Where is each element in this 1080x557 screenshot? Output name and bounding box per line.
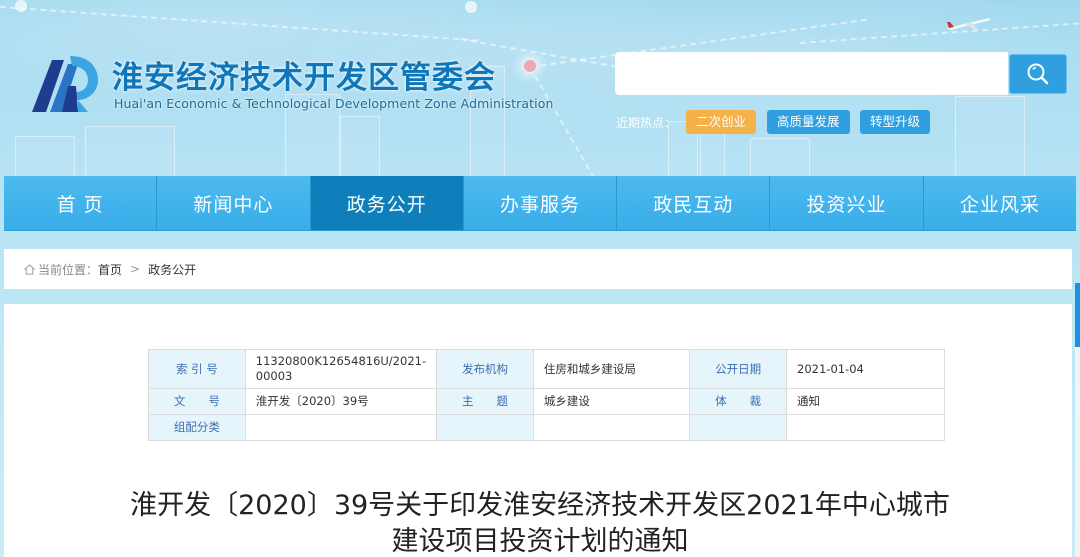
airplane-icon bbox=[947, 18, 991, 30]
meta-value-topic: 城乡建设 bbox=[532, 388, 691, 415]
meta-value-date: 2021-01-04 bbox=[786, 349, 945, 389]
meta-label-category: 组配分类 bbox=[148, 414, 246, 441]
nav-item-home[interactable]: 首 页 bbox=[4, 176, 158, 230]
table-row: 组配分类 bbox=[148, 414, 945, 441]
skyline-building bbox=[750, 138, 810, 176]
meta-value-empty bbox=[786, 414, 945, 441]
hda-logo bbox=[32, 56, 98, 112]
decorative-line bbox=[0, 6, 479, 42]
site-subtitle: Huai'an Economic & Technological Develop… bbox=[114, 96, 554, 111]
meta-label-topic: 主 题 bbox=[436, 388, 534, 415]
scrollbar-track[interactable] bbox=[1075, 347, 1080, 557]
table-row: 文 号 淮开发〔2020〕39号 主 题 城乡建设 体 裁 通知 bbox=[148, 388, 945, 415]
nav-item-investment[interactable]: 投资兴业 bbox=[770, 176, 924, 230]
home-icon bbox=[24, 263, 35, 275]
main-nav: 首 页 新闻中心 政务公开 办事服务 政民互动 投资兴业 企业风采 bbox=[4, 176, 1076, 230]
search-icon bbox=[1027, 63, 1049, 85]
search-input[interactable] bbox=[615, 52, 1008, 95]
document-title-line-1: 淮开发〔2020〕39号关于印发淮安经济技术开发区2021年中心城市 bbox=[130, 490, 950, 521]
meta-label-empty bbox=[436, 414, 534, 441]
meta-value-empty bbox=[532, 414, 691, 441]
nav-item-gov-affairs[interactable]: 政务公开 bbox=[310, 176, 464, 230]
skyline-building bbox=[85, 126, 175, 176]
decorative-dot bbox=[15, 0, 27, 12]
meta-label-doc-number: 文 号 bbox=[148, 388, 246, 415]
search-button[interactable] bbox=[1009, 54, 1067, 94]
meta-label-empty bbox=[689, 414, 788, 441]
skyline-pagoda bbox=[955, 96, 1025, 176]
site-title: 淮安经济技术开发区管委会 bbox=[112, 60, 496, 96]
skyline-building bbox=[15, 136, 75, 176]
meta-value-publisher: 住房和城乡建设局 bbox=[532, 349, 691, 389]
decorative-dot bbox=[524, 60, 536, 72]
scrollbar-thumb[interactable] bbox=[1075, 283, 1080, 347]
hot-tag-0[interactable]: 二次创业 bbox=[686, 110, 757, 134]
nav-item-services[interactable]: 办事服务 bbox=[463, 176, 618, 230]
hot-topics-label: 近期热点： bbox=[616, 116, 677, 130]
breadcrumb-home-link[interactable]: 首页 bbox=[98, 261, 122, 278]
breadcrumb-prefix: 当前位置： bbox=[38, 262, 99, 277]
meta-value-category bbox=[244, 414, 438, 441]
meta-label-date: 公开日期 bbox=[689, 349, 788, 389]
document-title: 淮开发〔2020〕39号关于印发淮安经济技术开发区2021年中心城市 建设项目投… bbox=[100, 488, 980, 557]
meta-label-genre: 体 裁 bbox=[689, 388, 788, 415]
nav-item-interaction[interactable]: 政民互动 bbox=[617, 176, 771, 230]
breadcrumb: 当前位置： 首页 > 政务公开 bbox=[4, 249, 1072, 289]
decorative-dot bbox=[465, 1, 477, 13]
nav-item-news[interactable]: 新闻中心 bbox=[157, 176, 311, 230]
decorative-line bbox=[799, 21, 1080, 44]
meta-value-doc-number: 淮开发〔2020〕39号 bbox=[244, 388, 438, 415]
table-row: 索 引 号 11320800K12654816U/2021-00003 发布机构… bbox=[148, 349, 945, 389]
meta-label-index: 索 引 号 bbox=[148, 349, 246, 389]
skyline-building bbox=[340, 116, 380, 176]
document-title-line-2: 建设项目投资计划的通知 bbox=[391, 526, 689, 557]
breadcrumb-current[interactable]: 政务公开 bbox=[148, 261, 196, 278]
meta-value-index: 11320800K12654816U/2021-00003 bbox=[244, 349, 438, 389]
breadcrumb-separator: > bbox=[130, 262, 141, 276]
nav-item-enterprises[interactable]: 企业风采 bbox=[923, 176, 1076, 230]
document-meta-table: 索 引 号 11320800K12654816U/2021-00003 发布机构… bbox=[148, 349, 945, 441]
hot-tag-1[interactable]: 高质量发展 bbox=[767, 110, 850, 134]
meta-label-publisher: 发布机构 bbox=[436, 349, 534, 389]
header-banner: 淮安经济技术开发区管委会 Huai'an Economic & Technolo… bbox=[0, 0, 1080, 176]
meta-value-genre: 通知 bbox=[786, 388, 945, 415]
hot-tag-2[interactable]: 转型升级 bbox=[860, 110, 931, 134]
